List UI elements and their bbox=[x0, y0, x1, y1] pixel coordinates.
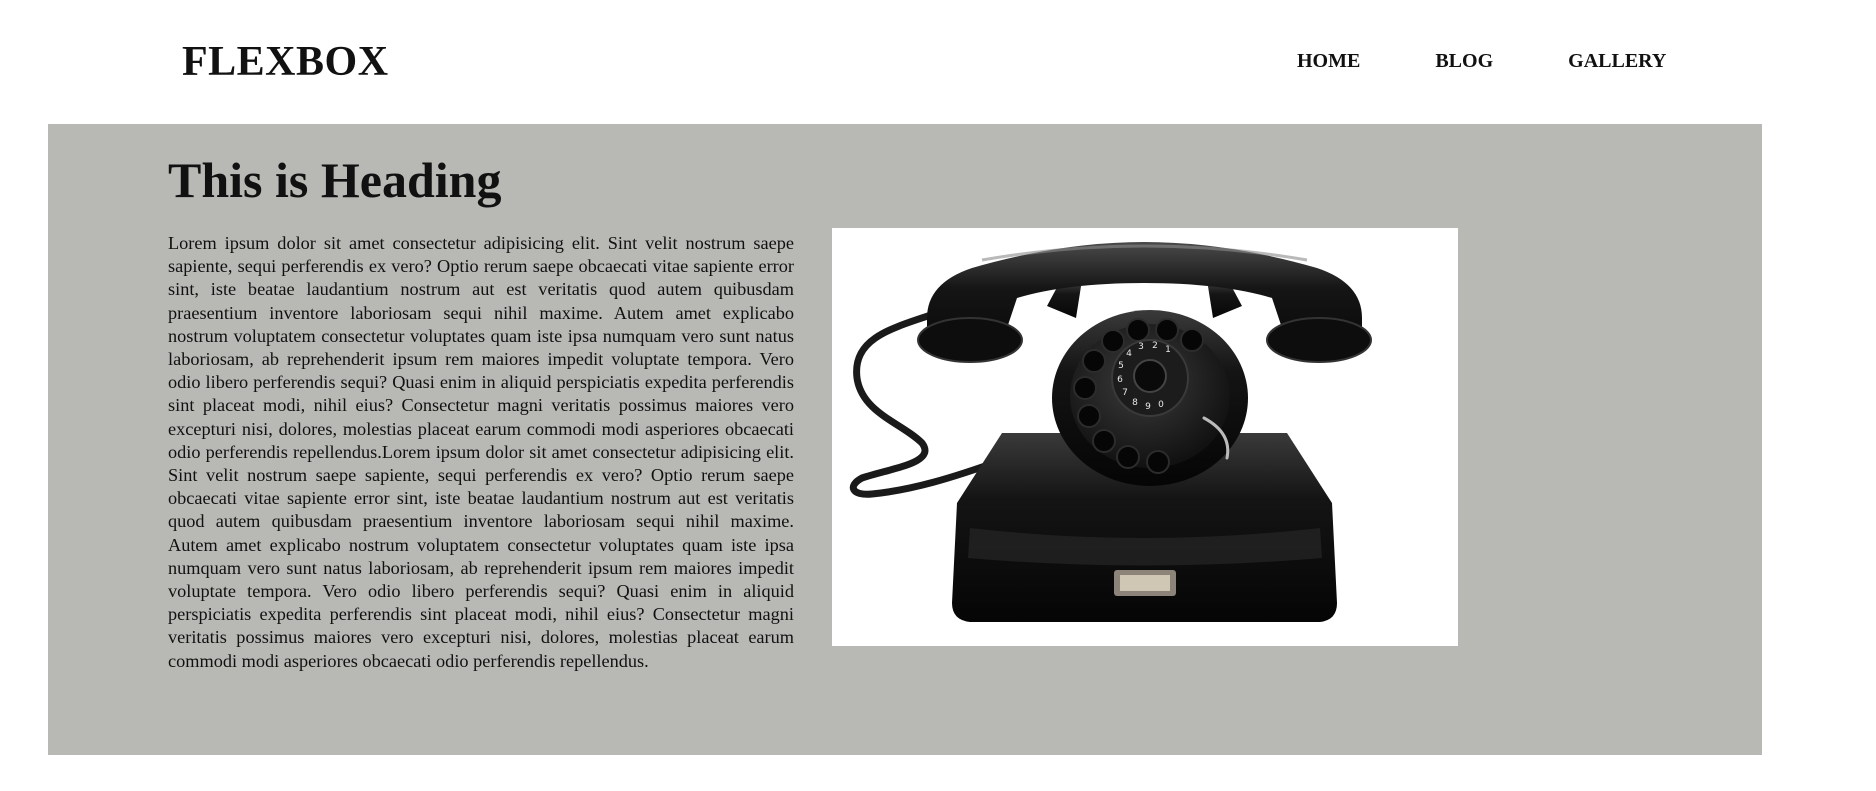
hero-section: This is Heading Lorem ipsum dolor sit am… bbox=[48, 124, 1762, 755]
dial-number-0: 0 bbox=[1158, 400, 1164, 410]
rotary-telephone-image: 1 2 3 4 5 6 7 8 9 0 bbox=[832, 228, 1458, 646]
dial-number-1: 1 bbox=[1165, 345, 1171, 355]
main-nav: HOME BLOG GALLERY bbox=[1297, 49, 1666, 73]
nav-link-home[interactable]: HOME bbox=[1297, 49, 1360, 73]
handset-earpiece bbox=[917, 317, 1023, 363]
dial-number-3: 3 bbox=[1138, 342, 1144, 352]
handset-mouthpiece bbox=[1266, 317, 1372, 363]
dial-number-9: 9 bbox=[1145, 402, 1151, 412]
nav-link-gallery[interactable]: GALLERY bbox=[1568, 49, 1666, 73]
site-logo[interactable]: FLEXBOX bbox=[182, 38, 389, 86]
dial-number-4: 4 bbox=[1126, 349, 1132, 359]
hero-heading: This is Heading bbox=[168, 152, 502, 208]
dial-number-5: 5 bbox=[1118, 361, 1124, 371]
dial-number-6: 6 bbox=[1117, 375, 1123, 385]
hero-paragraph: Lorem ipsum dolor sit amet consectetur a… bbox=[168, 233, 794, 671]
site-header: FLEXBOX HOME BLOG GALLERY bbox=[0, 0, 1876, 124]
nav-link-blog[interactable]: BLOG bbox=[1435, 49, 1493, 73]
dial-number-8: 8 bbox=[1132, 398, 1138, 408]
dial-number-7: 7 bbox=[1122, 388, 1128, 398]
telephone-illustration: 1 2 3 4 5 6 7 8 9 0 bbox=[849, 242, 1372, 622]
dial-number-2: 2 bbox=[1152, 341, 1158, 351]
